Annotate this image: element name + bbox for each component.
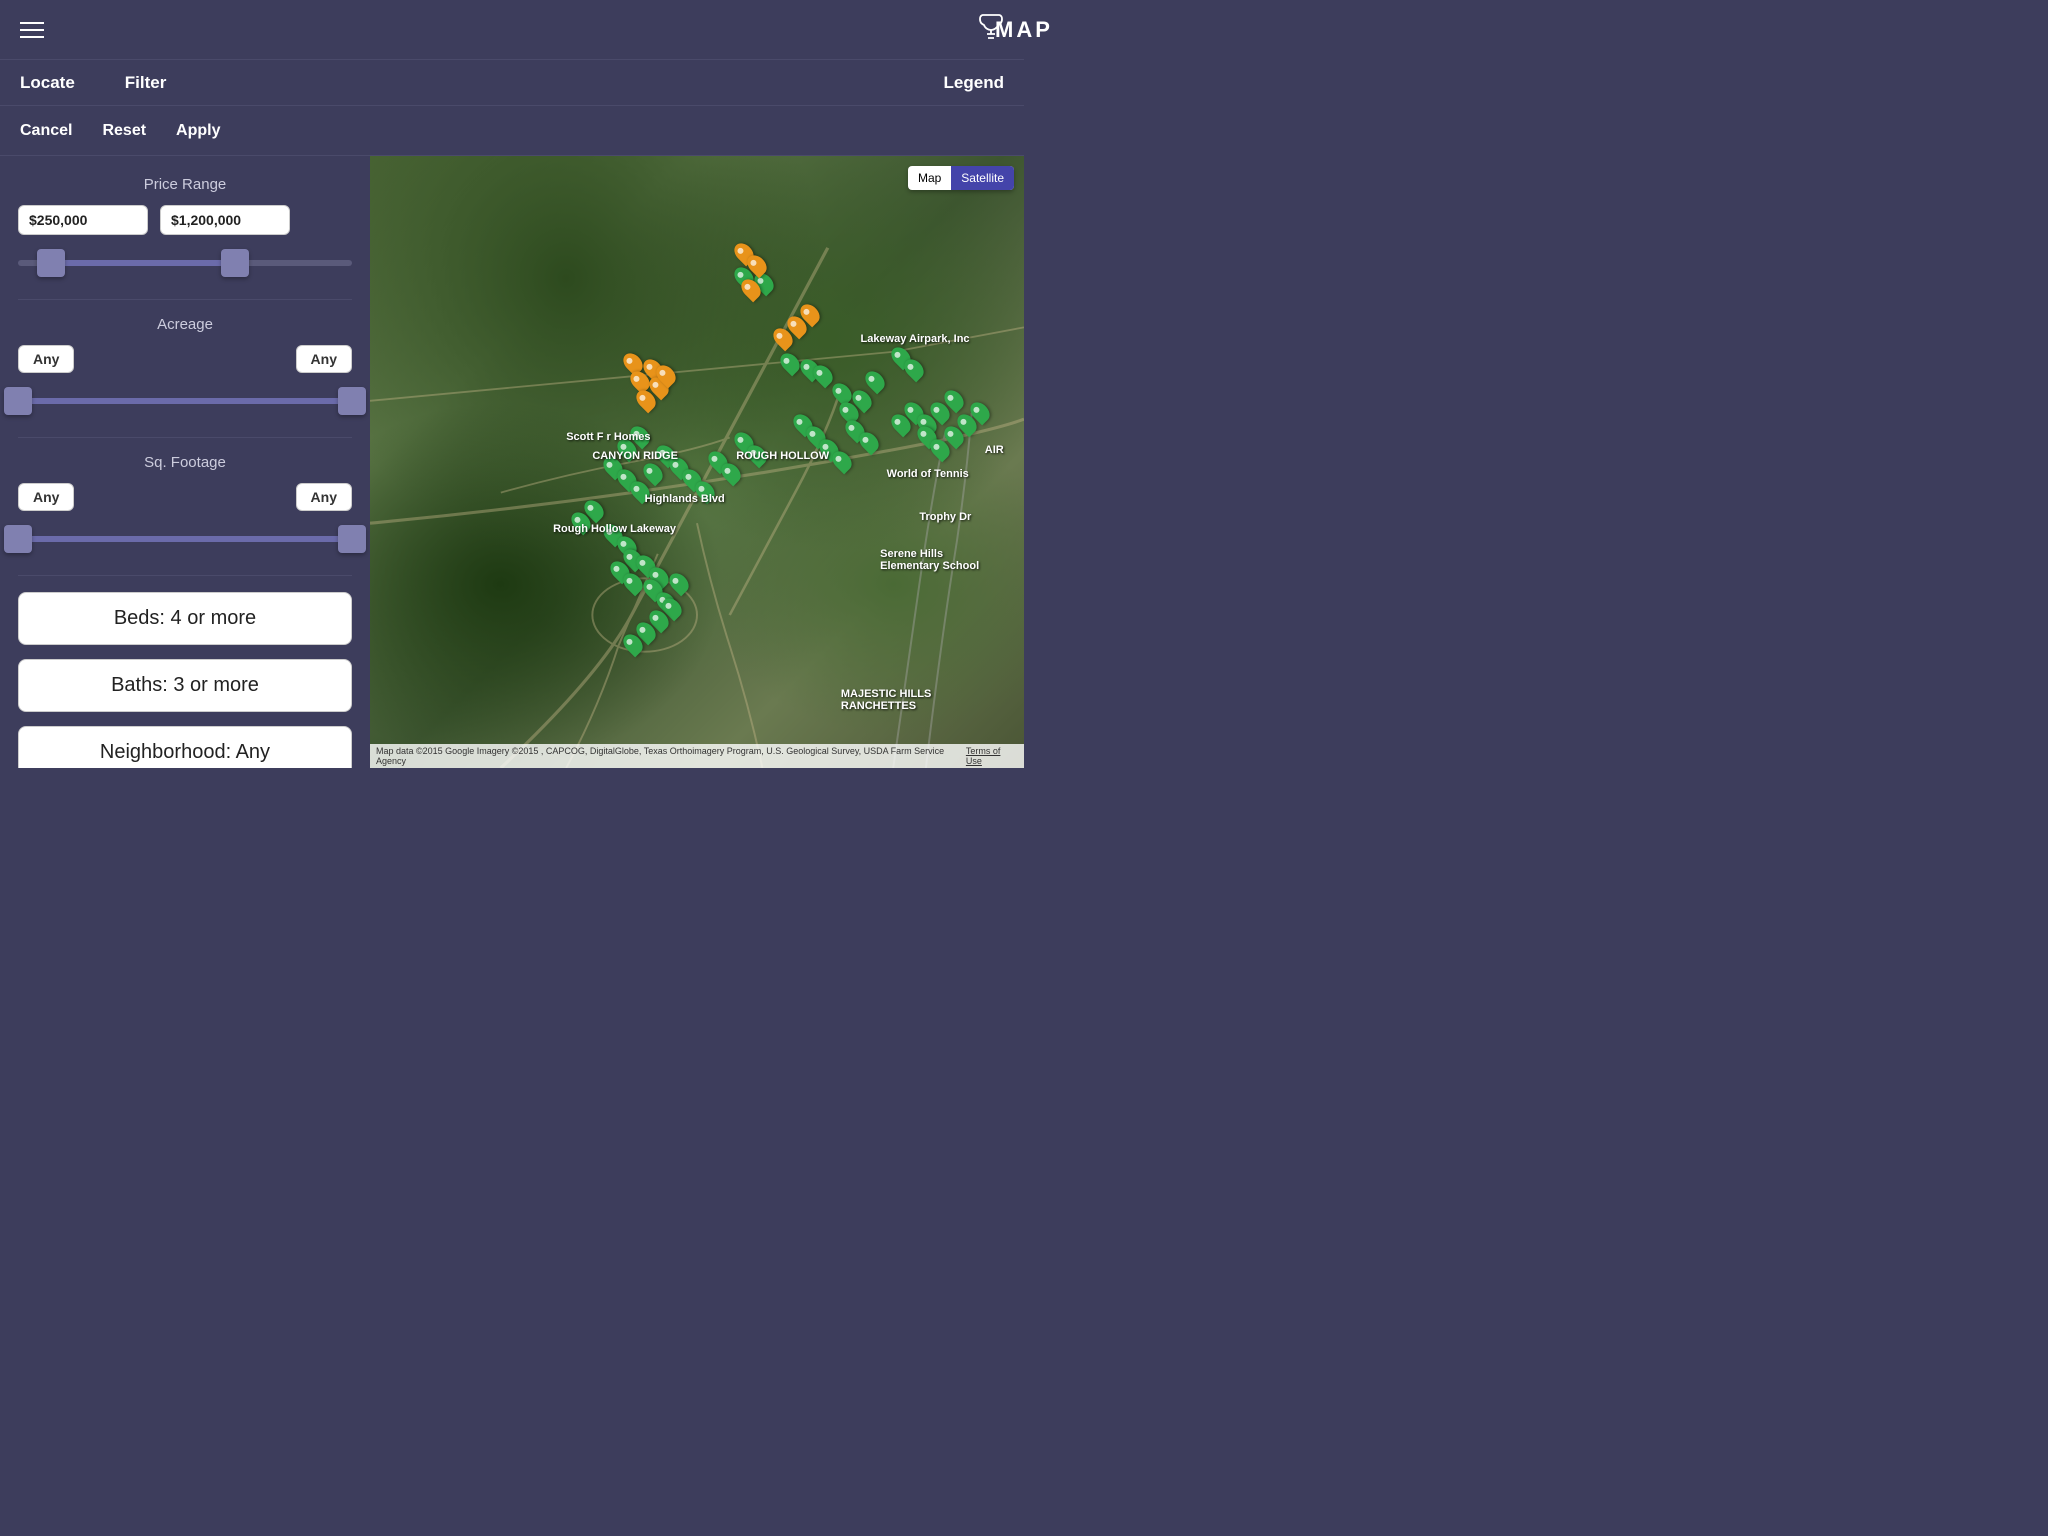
apply-button[interactable]: Apply bbox=[176, 122, 220, 140]
price-max-input[interactable] bbox=[160, 205, 290, 235]
filter-sidebar: Price Range Acreage Any Any Sq. Footage bbox=[0, 156, 370, 768]
acreage-inputs: Any Any bbox=[18, 345, 352, 373]
price-max-thumb[interactable] bbox=[221, 249, 249, 277]
beds-filter-button[interactable]: Beds: 4 or more bbox=[18, 592, 352, 645]
price-range-slider[interactable] bbox=[18, 245, 352, 281]
acreage-min-badge: Any bbox=[18, 345, 74, 373]
tab-legend[interactable]: Legend bbox=[944, 73, 1004, 93]
sq-footage-range-slider[interactable] bbox=[18, 521, 352, 557]
baths-filter-button[interactable]: Baths: 3 or more bbox=[18, 659, 352, 712]
price-range-label: Price Range bbox=[18, 176, 352, 193]
acreage-range-slider[interactable] bbox=[18, 383, 352, 419]
map-type-map[interactable]: Map bbox=[908, 166, 951, 190]
sq-min-badge: Any bbox=[18, 483, 74, 511]
page-title: MAP bbox=[995, 17, 1053, 43]
price-inputs bbox=[18, 205, 352, 235]
tab-filter[interactable]: Filter bbox=[125, 73, 167, 93]
neighborhood-filter-button[interactable]: Neighborhood: Any bbox=[18, 726, 352, 768]
map-attribution: Map data ©2015 Google Imagery ©2015 , CA… bbox=[370, 744, 1024, 768]
acreage-max-thumb[interactable] bbox=[338, 387, 366, 415]
acreage-label: Acreage bbox=[18, 316, 352, 333]
acreage-min-thumb[interactable] bbox=[4, 387, 32, 415]
main-content: Price Range Acreage Any Any Sq. Footage bbox=[0, 156, 1024, 768]
sq-footage-inputs: Any Any bbox=[18, 483, 352, 511]
map-area[interactable]: ROUGH HOLLOW Scott F r Homes Rough Hollo… bbox=[370, 156, 1024, 768]
map-type-satellite[interactable]: Satellite bbox=[951, 166, 1014, 190]
cancel-button[interactable]: Cancel bbox=[20, 122, 72, 140]
map-roads-svg bbox=[370, 156, 1024, 768]
tab-locate[interactable]: Locate bbox=[20, 73, 75, 93]
sq-max-thumb[interactable] bbox=[338, 525, 366, 553]
nav-tabs: Locate Filter Legend bbox=[0, 60, 1024, 106]
sq-max-badge: Any bbox=[296, 483, 352, 511]
map-type-toggle: Map Satellite bbox=[908, 166, 1014, 190]
map-container[interactable]: ROUGH HOLLOW Scott F r Homes Rough Hollo… bbox=[370, 156, 1024, 768]
app-header: MAP bbox=[0, 0, 1024, 60]
sq-min-thumb[interactable] bbox=[4, 525, 32, 553]
price-min-thumb[interactable] bbox=[37, 249, 65, 277]
sq-footage-label: Sq. Footage bbox=[18, 454, 352, 471]
hamburger-icon[interactable] bbox=[20, 22, 44, 38]
acreage-max-badge: Any bbox=[296, 345, 352, 373]
price-min-input[interactable] bbox=[18, 205, 148, 235]
filter-toolbar: Cancel Reset Apply bbox=[0, 106, 1024, 156]
reset-button[interactable]: Reset bbox=[102, 122, 146, 140]
